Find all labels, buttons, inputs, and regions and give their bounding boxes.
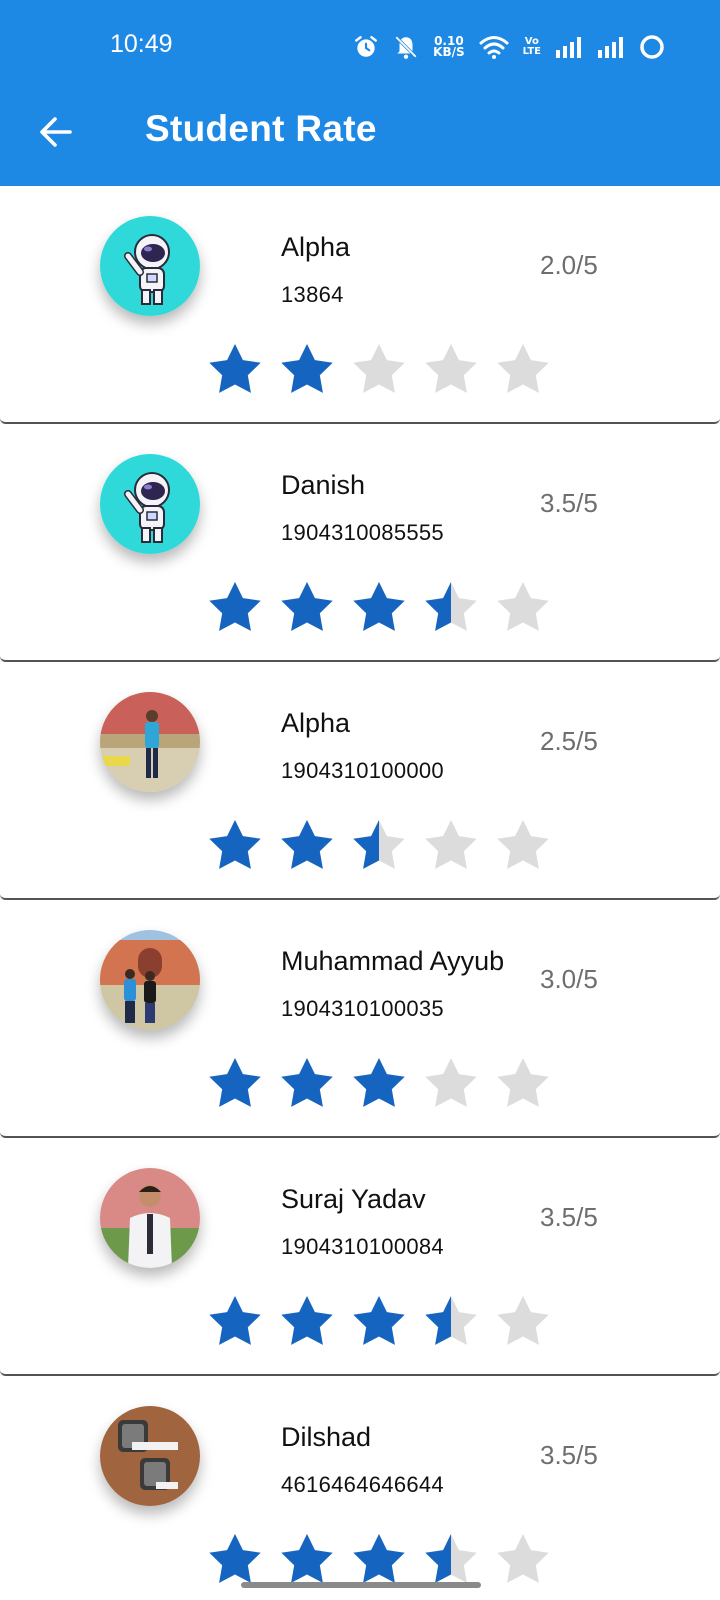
star-filled-icon[interactable] — [205, 817, 265, 877]
star-empty-icon[interactable] — [493, 1531, 553, 1591]
back-button[interactable] — [30, 106, 82, 158]
photo-avatar-icon — [100, 1168, 200, 1268]
arrow-back-icon — [40, 117, 72, 147]
star-filled-icon[interactable] — [277, 579, 337, 639]
star-empty-icon[interactable] — [493, 817, 553, 877]
star-filled-icon[interactable] — [205, 1055, 265, 1115]
star-filled-icon[interactable] — [277, 341, 337, 401]
student-roll-number: 1904310100000 — [281, 758, 444, 783]
student-name: Alpha — [281, 232, 351, 262]
student-card[interactable]: Dilshad 4616464646644 3.5/5 — [0, 1376, 720, 1600]
network-speed-unit: KB/S — [433, 45, 465, 59]
status-icons: 0.10 KB/S Vo LTE — [353, 30, 665, 64]
star-rating[interactable] — [205, 341, 553, 401]
signal-strength-icon-2 — [598, 37, 623, 58]
battery-icon — [640, 35, 664, 59]
astronaut-avatar-icon — [100, 216, 200, 316]
star-empty-icon[interactable] — [421, 341, 481, 401]
page-title: Student Rate — [145, 108, 377, 149]
star-filled-icon[interactable] — [349, 1293, 409, 1353]
student-name: Dilshad — [281, 1422, 372, 1452]
student-avatar — [100, 930, 200, 1030]
star-filled-icon[interactable] — [205, 579, 265, 639]
student-card[interactable]: Alpha 13864 2.0/5 — [0, 186, 720, 424]
student-list[interactable]: Alpha 13864 2.0/5 Danish 1904310085555 3… — [0, 186, 720, 1600]
photo-avatar-icon — [100, 1406, 200, 1506]
star-empty-icon[interactable] — [493, 579, 553, 639]
star-filled-icon[interactable] — [277, 817, 337, 877]
student-score: 3.0/5 — [540, 964, 598, 994]
star-empty-icon[interactable] — [493, 1055, 553, 1115]
volte-bottom-text: LTE — [522, 46, 541, 57]
star-filled-icon[interactable] — [277, 1055, 337, 1115]
student-roll-number: 1904310100035 — [281, 996, 444, 1021]
star-filled-icon[interactable] — [277, 1293, 337, 1353]
student-avatar — [100, 454, 200, 554]
star-half-icon[interactable] — [421, 579, 481, 639]
star-empty-icon[interactable] — [493, 1293, 553, 1353]
star-filled-icon[interactable] — [205, 341, 265, 401]
photo-avatar-icon — [100, 930, 200, 1030]
star-empty-icon[interactable] — [493, 341, 553, 401]
student-roll-number: 13864 — [281, 282, 344, 307]
student-card[interactable]: Suraj Yadav 1904310100084 3.5/5 — [0, 1138, 720, 1376]
student-card[interactable]: Danish 1904310085555 3.5/5 — [0, 424, 720, 662]
star-filled-icon[interactable] — [349, 579, 409, 639]
star-rating[interactable] — [205, 817, 553, 877]
student-card[interactable]: Muhammad Ayyub 1904310100035 3.0/5 — [0, 900, 720, 1138]
app-bar: 10:49 0.10 KB/S Vo LTE Student Rate — [0, 0, 720, 186]
student-name: Suraj Yadav — [281, 1184, 426, 1214]
student-avatar — [100, 216, 200, 316]
student-avatar — [100, 1168, 200, 1268]
student-name: Alpha — [281, 708, 351, 738]
network-speed-indicator: 0.10 KB/S — [433, 35, 465, 59]
alarm-icon — [355, 36, 378, 57]
student-score: 3.5/5 — [540, 1202, 598, 1232]
wifi-icon — [479, 36, 509, 59]
student-score: 2.0/5 — [540, 250, 598, 280]
student-roll-number: 1904310085555 — [281, 520, 444, 545]
star-half-icon[interactable] — [349, 817, 409, 877]
star-half-icon[interactable] — [421, 1293, 481, 1353]
star-rating[interactable] — [205, 1293, 553, 1353]
gesture-navigation-bar[interactable] — [241, 1582, 481, 1588]
star-empty-icon[interactable] — [349, 341, 409, 401]
student-score: 3.5/5 — [540, 488, 598, 518]
student-roll-number: 1904310100084 — [281, 1234, 444, 1259]
volte-indicator: Vo LTE — [523, 37, 541, 57]
student-score: 2.5/5 — [540, 726, 598, 756]
status-time: 10:49 — [110, 30, 173, 58]
notifications-off-icon — [395, 36, 418, 59]
student-avatar — [100, 1406, 200, 1506]
star-filled-icon[interactable] — [349, 1055, 409, 1115]
student-name: Muhammad Ayyub — [281, 946, 505, 976]
student-name: Danish — [281, 470, 366, 500]
signal-strength-icon — [556, 37, 581, 58]
student-card[interactable]: Alpha 1904310100000 2.5/5 — [0, 662, 720, 900]
star-filled-icon[interactable] — [205, 1293, 265, 1353]
photo-avatar-icon — [100, 692, 200, 792]
star-empty-icon[interactable] — [421, 817, 481, 877]
star-rating[interactable] — [205, 1055, 553, 1115]
student-roll-number: 4616464646644 — [281, 1472, 444, 1497]
astronaut-avatar-icon — [100, 454, 200, 554]
star-empty-icon[interactable] — [421, 1055, 481, 1115]
student-score: 3.5/5 — [540, 1440, 598, 1470]
student-avatar — [100, 692, 200, 792]
star-rating[interactable] — [205, 579, 553, 639]
